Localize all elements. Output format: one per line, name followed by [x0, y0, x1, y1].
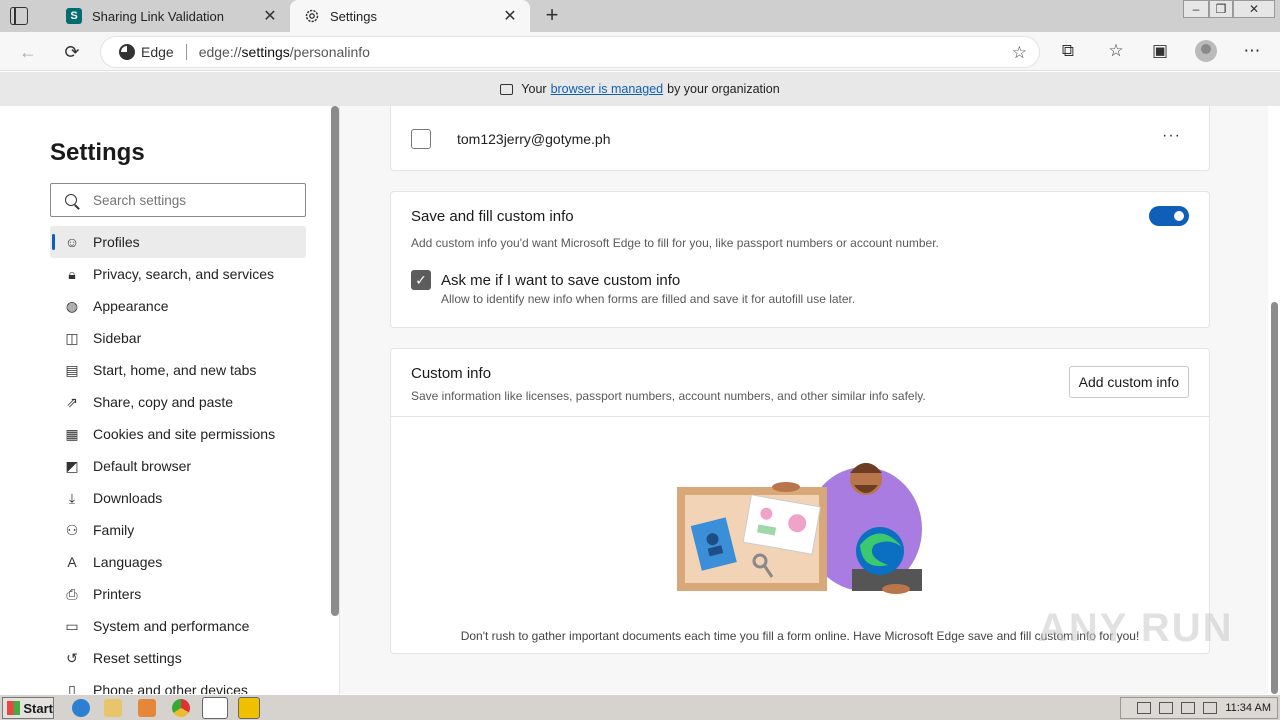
sidebar-item-appearance[interactable]: ◍ Appearance [50, 290, 306, 322]
restore-button[interactable]: ❐ [1209, 0, 1233, 18]
settings-nav: ☺ Profiles 🔒︎ Privacy, search, and servi… [50, 226, 306, 694]
edge-logo-icon [119, 44, 135, 60]
ask-save-description: Allow to identify new info when forms ar… [441, 292, 856, 306]
tab-title: Sharing Link Validation [92, 8, 225, 24]
content-scrollbar[interactable] [1271, 302, 1278, 694]
sidebar-item-privacy[interactable]: 🔒︎ Privacy, search, and services [50, 258, 306, 290]
custom-info-illustration [677, 463, 922, 594]
palette-icon: ◍ [65, 297, 79, 314]
sidebar-item-printers[interactable]: ⎙ Printers [50, 578, 306, 610]
browser-managed-link[interactable]: browser is managed [551, 82, 664, 96]
sharepoint-icon: S [66, 8, 82, 24]
navigation-bar: ← ⟳ Edge edge://settings/personalinfo ☆ … [0, 32, 1280, 71]
browser-brand-label: Edge [141, 44, 174, 60]
phone-icon: ▯ [68, 681, 76, 695]
back-arrow-icon[interactable]: ← [16, 40, 40, 64]
profile-avatar[interactable] [1195, 40, 1217, 62]
sidebar-item-phone[interactable]: ▯ Phone and other devices [50, 674, 306, 695]
sidebar-item-profiles[interactable]: ☺ Profiles [50, 226, 306, 258]
page-title: Settings [50, 139, 145, 166]
more-options-icon[interactable]: ··· [1162, 127, 1181, 145]
sidebar-item-family[interactable]: ⚇ Family [50, 514, 306, 546]
sidebar-item-cookies[interactable]: ▦ Cookies and site permissions [50, 418, 306, 450]
tab-sharing-link-validation[interactable]: S Sharing Link Validation ✕ [52, 0, 290, 32]
profile-icon: ☺ [64, 234, 80, 250]
custom-info-description: Save information like licenses, passport… [411, 389, 926, 403]
save-fill-title: Save and fill custom info [411, 208, 574, 225]
address-bar[interactable]: Edge edge://settings/personalinfo ☆ [100, 36, 1040, 68]
close-tab-icon[interactable]: ✕ [498, 6, 522, 26]
share-icon: ⇗ [66, 393, 78, 410]
save-fill-description: Add custom info you'd want Microsoft Edg… [411, 236, 939, 250]
collections-icon[interactable]: ▣ [1149, 41, 1171, 61]
download-icon: ⤓ [68, 489, 76, 506]
sidebar-icon: ◫ [65, 329, 79, 346]
sidebar-item-languages[interactable]: A Languages [50, 546, 306, 578]
sidebar-item-reset[interactable]: ↺ Reset settings [50, 642, 306, 674]
chrome-icon[interactable] [172, 699, 190, 717]
tab-title: Settings [330, 8, 377, 24]
tray-icon[interactable] [1203, 702, 1218, 714]
ask-save-checkbox[interactable]: ✓ [411, 270, 431, 290]
url-text[interactable]: edge://settings/personalinfo [199, 44, 370, 60]
search-icon [65, 194, 77, 206]
cookie-icon: ▦ [65, 425, 79, 442]
more-menu-icon[interactable]: ⋯ [1241, 41, 1263, 61]
browser-icon: ◩ [65, 457, 79, 474]
anyrun-watermark: ANY RUN [1038, 606, 1234, 650]
minimize-button[interactable]: – [1183, 0, 1209, 18]
family-icon: ⚇ [65, 521, 79, 538]
email-entry-card: tom123jerry@gotyme.ph ··· [390, 106, 1210, 171]
clock: 11:34 AM [1225, 702, 1271, 714]
tab-settings[interactable]: Settings ✕ [290, 0, 530, 32]
search-input[interactable] [93, 192, 273, 208]
system-tray: 11:34 AM [1120, 697, 1278, 719]
sidebar-item-system[interactable]: ▭ System and performance [50, 610, 306, 642]
flag-icon[interactable] [1137, 702, 1152, 714]
volume-icon[interactable] [1181, 702, 1196, 714]
sidebar-item-share-copy[interactable]: ⇗ Share, copy and paste [50, 386, 306, 418]
sidebar-item-downloads[interactable]: ⤓ Downloads [50, 482, 306, 514]
save-fill-custom-info-card: Save and fill custom info Add custom inf… [390, 191, 1210, 328]
edge-taskbar-icon[interactable] [202, 697, 228, 719]
reset-icon: ↺ [66, 649, 78, 666]
email-checkbox[interactable] [411, 129, 431, 149]
settings-sidebar: Settings ☺ Profiles 🔒︎ Privacy, search, … [0, 106, 340, 694]
refresh-icon[interactable]: ⟳ [60, 40, 84, 64]
taskbar: Start 11:34 AM [0, 694, 1280, 720]
media-player-icon[interactable] [138, 699, 156, 717]
sidebar-scrollbar[interactable] [331, 106, 339, 616]
managed-banner: Your browser is managed by your organiza… [0, 72, 1280, 106]
add-favorite-icon[interactable]: ☆ [1012, 43, 1027, 63]
sidebar-item-default-browser[interactable]: ◩ Default browser [50, 450, 306, 482]
windows-logo-icon [7, 701, 21, 715]
search-box[interactable] [50, 183, 306, 217]
close-tab-icon[interactable]: ✕ [258, 6, 282, 26]
lock-icon: 🔒︎ [68, 265, 76, 282]
gear-icon [304, 8, 320, 24]
printer-icon: ⎙ [66, 585, 78, 602]
briefcase-icon [500, 83, 514, 95]
sidebar-item-start-home[interactable]: ▤ Start, home, and new tabs [50, 354, 306, 386]
file-explorer-icon[interactable] [104, 699, 122, 717]
start-button[interactable]: Start [2, 697, 54, 719]
network-icon[interactable] [1159, 702, 1174, 714]
laptop-icon: ▭ [65, 617, 79, 634]
add-custom-info-button[interactable]: Add custom info [1068, 366, 1189, 398]
internet-explorer-icon[interactable] [72, 699, 90, 717]
close-window-button[interactable]: ✕ [1233, 0, 1275, 18]
custom-info-title: Custom info [411, 365, 492, 382]
sidebar-item-sidebar[interactable]: ◫ Sidebar [50, 322, 306, 354]
language-icon: A [67, 554, 77, 570]
app-taskbar-icon[interactable] [238, 697, 260, 719]
ask-save-title: Ask me if I want to save custom info [441, 272, 681, 289]
tab-strip: S Sharing Link Validation ✕ Settings ✕ +… [0, 0, 1280, 32]
save-fill-toggle[interactable] [1149, 206, 1189, 226]
favorites-icon[interactable]: ☆ [1105, 41, 1127, 61]
saved-email: tom123jerry@gotyme.ph [457, 131, 611, 147]
home-icon: ▤ [65, 361, 79, 378]
tab-actions-icon[interactable] [10, 7, 28, 25]
new-tab-button[interactable]: + [541, 4, 563, 26]
extensions-icon[interactable]: ⧉ [1057, 41, 1079, 61]
